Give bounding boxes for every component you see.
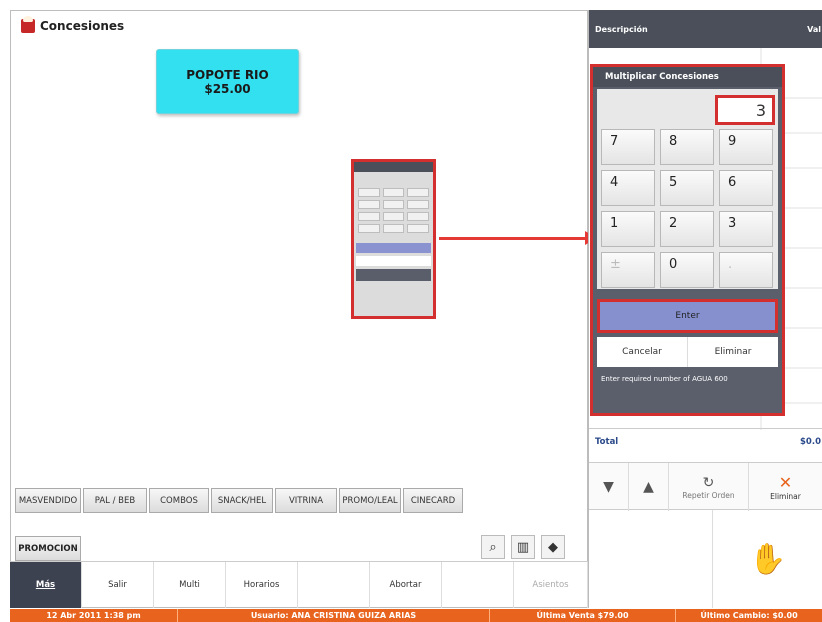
pos-screen: Concesiones POPOTE RIO $25.00 MASVENDIDO… bbox=[0, 0, 822, 622]
category-button[interactable]: MASVENDIDO bbox=[15, 488, 81, 513]
dialog-actions: Cancelar Eliminar bbox=[597, 337, 778, 367]
status-last-sale: Última Venta $79.00 bbox=[490, 609, 676, 622]
dialog-thumbnail bbox=[351, 159, 436, 319]
category-button[interactable]: PAL / BEB bbox=[83, 488, 147, 513]
binoculars-icon[interactable]: ⌕ bbox=[481, 535, 505, 559]
status-user: Usuario: ANA CRISTINA GUIZA ARIAS bbox=[178, 609, 490, 622]
product-price: $25.00 bbox=[204, 81, 251, 96]
key-2[interactable]: 2 bbox=[660, 211, 714, 247]
products-panel: Concesiones POPOTE RIO $25.00 MASVENDIDO… bbox=[10, 10, 597, 608]
abort-button[interactable]: Abortar bbox=[370, 562, 442, 608]
tool-icons: ⌕ ▥ ◆ bbox=[481, 535, 565, 559]
app-header: Concesiones bbox=[21, 16, 125, 33]
barcode-icon[interactable]: ▥ bbox=[511, 535, 535, 559]
dialog-title-text: Multiplicar Concesiones bbox=[605, 72, 719, 82]
order-header: Descripción Val bbox=[589, 10, 822, 48]
key-1[interactable]: 1 bbox=[601, 211, 655, 247]
schedules-button[interactable]: Horarios bbox=[226, 562, 298, 608]
total-row: Total $0.0 bbox=[589, 428, 822, 464]
order-actions: ▼ ▲ ↻ Repetir Orden ✕ Eliminar bbox=[589, 462, 822, 511]
blank-area bbox=[589, 510, 713, 608]
scroll-up-button[interactable]: ▲ bbox=[629, 463, 669, 511]
keypad: 7 8 9 4 5 6 1 2 3 ± 0 . bbox=[601, 129, 774, 288]
repeat-order-button[interactable]: ↻ Repetir Orden bbox=[669, 463, 749, 511]
total-value: $0.0 bbox=[800, 437, 821, 447]
dialog-title: Multiplicar Concesiones bbox=[593, 67, 782, 87]
total-label: Total bbox=[595, 437, 619, 447]
key-5[interactable]: 5 bbox=[660, 170, 714, 206]
category-button[interactable]: VITRINA bbox=[275, 488, 337, 513]
chevron-down-icon: ▼ bbox=[603, 479, 614, 495]
thumbnail-actions bbox=[356, 256, 431, 266]
product-tile[interactable]: POPOTE RIO $25.00 bbox=[156, 49, 299, 114]
key-6[interactable]: 6 bbox=[719, 170, 773, 206]
empty-button[interactable] bbox=[442, 562, 514, 608]
thumbnail-keypad bbox=[354, 172, 433, 237]
seats-button[interactable]: Asientos bbox=[514, 562, 588, 608]
promotion-button[interactable]: PROMOCION bbox=[15, 536, 81, 561]
category-bar: MASVENDIDO PAL / BEB COMBOS SNACK/HEL VI… bbox=[15, 488, 463, 513]
thumbnail-title-bar bbox=[354, 162, 433, 172]
app-title: Concesiones bbox=[40, 19, 125, 33]
quantity-display: 3 bbox=[715, 95, 775, 125]
exit-button[interactable]: Salir bbox=[82, 562, 154, 608]
chevron-up-icon: ▲ bbox=[643, 479, 654, 495]
bottom-toolbar: Más Salir Multi Horarios Abortar Asiento… bbox=[10, 561, 588, 608]
key-4[interactable]: 4 bbox=[601, 170, 655, 206]
status-bar: 12 Abr 2011 1:38 pm Usuario: ANA CRISTIN… bbox=[10, 609, 822, 622]
cancel-button[interactable]: Cancelar bbox=[597, 337, 688, 367]
key-3[interactable]: 3 bbox=[719, 211, 773, 247]
delete-button[interactable]: ✕ Eliminar bbox=[749, 463, 822, 511]
box-icon[interactable]: ◆ bbox=[541, 535, 565, 559]
enter-button[interactable]: Enter bbox=[597, 299, 778, 333]
repeat-order-label: Repetir Orden bbox=[682, 490, 735, 500]
key-0[interactable]: 0 bbox=[660, 252, 714, 288]
multiply-dialog: Multiplicar Concesiones 3 7 8 9 4 5 6 1 … bbox=[590, 64, 785, 416]
category-button[interactable]: COMBOS bbox=[149, 488, 209, 513]
dialog-message: Enter required number of AGUA 600 bbox=[601, 375, 728, 383]
key-8[interactable]: 8 bbox=[660, 129, 714, 165]
bottom-right-area: ✋ bbox=[589, 510, 822, 608]
thumbnail-enter bbox=[356, 243, 431, 253]
delete-digit-button[interactable]: Eliminar bbox=[688, 337, 778, 367]
scroll-down-button[interactable]: ▼ bbox=[589, 463, 629, 511]
product-name: POPOTE RIO bbox=[186, 67, 269, 82]
category-button[interactable]: PROMO/LEAL bbox=[339, 488, 401, 513]
hand-icon[interactable]: ✋ bbox=[713, 510, 822, 608]
thumbnail-footer bbox=[356, 269, 431, 281]
status-date: 12 Abr 2011 1:38 pm bbox=[10, 609, 178, 622]
category-button[interactable]: SNACK/HEL bbox=[211, 488, 273, 513]
key-decimal[interactable]: . bbox=[719, 252, 773, 288]
dialog-body: 3 7 8 9 4 5 6 1 2 3 ± 0 . bbox=[597, 89, 778, 289]
repeat-icon: ↻ bbox=[702, 474, 715, 491]
arrow-line bbox=[439, 237, 587, 240]
description-header: Descripción bbox=[595, 24, 648, 34]
empty-button[interactable] bbox=[298, 562, 370, 608]
delete-x-icon: ✕ bbox=[778, 473, 793, 492]
popcorn-icon bbox=[21, 16, 35, 33]
key-9[interactable]: 9 bbox=[719, 129, 773, 165]
delete-label: Eliminar bbox=[770, 492, 801, 501]
category-button[interactable]: CINECARD bbox=[403, 488, 463, 513]
key-7[interactable]: 7 bbox=[601, 129, 655, 165]
value-header: Val bbox=[807, 24, 821, 34]
multi-button[interactable]: Multi bbox=[154, 562, 226, 608]
more-button[interactable]: Más bbox=[10, 562, 82, 608]
key-plus-minus[interactable]: ± bbox=[601, 252, 655, 288]
status-last-change: Último Cambio: $0.00 bbox=[700, 611, 798, 620]
